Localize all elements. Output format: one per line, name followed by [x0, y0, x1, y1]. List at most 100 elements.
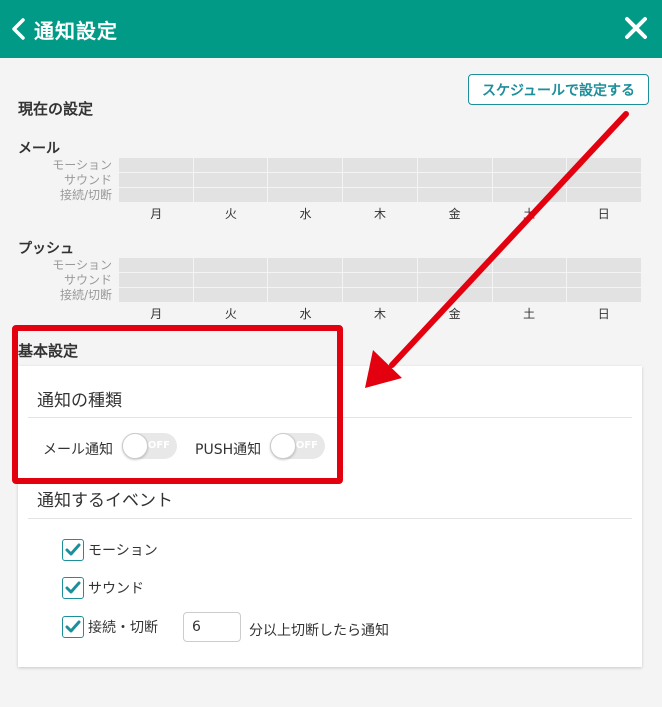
schedule-cell — [343, 288, 417, 302]
schedule-cell — [492, 273, 567, 287]
schedule-cell — [492, 158, 567, 172]
checkmark-icon — [65, 620, 81, 633]
schedule-cell — [119, 288, 193, 302]
push-settings-title: プッシュ — [18, 241, 74, 257]
push-row-label-motion: モーション — [52, 258, 112, 272]
notification-events-heading: 通知するイベント — [37, 491, 173, 511]
schedule-cell — [417, 158, 492, 172]
back-button[interactable] — [8, 14, 32, 44]
current-settings-title: 現在の設定 — [18, 100, 94, 118]
mail-row-label-connection: 接続/切断 — [59, 188, 112, 202]
checkmark-icon — [65, 543, 81, 556]
sound-checkbox-label: サウンド — [88, 581, 144, 597]
divider — [28, 417, 632, 418]
schedule-cell — [193, 173, 268, 187]
push-notification-toggle[interactable]: OFF — [270, 433, 325, 459]
push-row-labels: モーション サウンド 接続/切断 — [20, 258, 112, 303]
mail-row-label-sound: サウンド — [63, 173, 112, 187]
day-label: 木 — [374, 307, 387, 321]
checkmark-icon — [65, 581, 81, 594]
schedule-cell — [417, 288, 492, 302]
mail-notification-toggle[interactable]: OFF — [122, 433, 177, 459]
page-title: 通知設定 — [34, 19, 118, 43]
schedule-cell — [268, 188, 343, 202]
schedule-cell — [268, 173, 343, 187]
push-notification-label: PUSH通知 — [195, 442, 262, 458]
mail-row-labels: モーション サウンド 接続/切断 — [20, 158, 112, 203]
close-icon — [625, 17, 647, 39]
event-sound-row[interactable]: サウンド — [62, 577, 144, 599]
schedule-cell — [492, 258, 567, 272]
day-label: 水 — [299, 207, 312, 221]
app-header: 通知設定 — [0, 0, 662, 58]
schedule-cell — [417, 188, 492, 202]
schedule-cell — [268, 158, 343, 172]
push-day-labels: 月火水木金土日 — [119, 305, 641, 322]
mail-day-labels: 月火水木金土日 — [119, 205, 641, 222]
schedule-cell — [193, 188, 268, 202]
push-row-label-connection: 接続/切断 — [59, 288, 112, 302]
day-label: 金 — [448, 207, 461, 221]
day-label: 土 — [523, 307, 536, 321]
schedule-cell — [193, 273, 268, 287]
notification-types-heading: 通知の種類 — [37, 391, 122, 411]
schedule-cell — [567, 188, 641, 202]
schedule-cell — [567, 158, 641, 172]
day-label: 火 — [224, 307, 237, 321]
motion-checkbox-label: モーション — [88, 543, 158, 559]
mail-schedule-grid — [119, 158, 641, 202]
disconnect-minutes-input[interactable] — [183, 612, 241, 642]
day-label: 火 — [224, 207, 237, 221]
schedule-cell — [193, 288, 268, 302]
schedule-cell — [193, 158, 268, 172]
day-label: 木 — [374, 207, 387, 221]
schedule-cell — [343, 173, 417, 187]
schedule-cell — [193, 258, 268, 272]
schedule-cell — [417, 258, 492, 272]
schedule-cell — [343, 273, 417, 287]
toggle-state-text: OFF — [295, 440, 318, 451]
disconnect-minutes-suffix: 分以上切断したら通知 — [249, 623, 389, 639]
mail-notification-label: メール通知 — [43, 442, 113, 458]
chevron-left-icon — [12, 18, 25, 40]
connection-checkbox[interactable] — [62, 616, 84, 638]
schedule-cell — [119, 158, 193, 172]
schedule-cell — [343, 258, 417, 272]
push-schedule-grid — [119, 258, 641, 302]
day-label: 月 — [150, 307, 163, 321]
motion-checkbox[interactable] — [62, 539, 84, 561]
schedule-cell — [268, 273, 343, 287]
schedule-cell — [492, 288, 567, 302]
toggle-state-text: OFF — [147, 440, 170, 451]
toggle-knob — [122, 433, 148, 459]
day-label: 水 — [299, 307, 312, 321]
schedule-cell — [268, 288, 343, 302]
schedule-cell — [567, 273, 641, 287]
schedule-cell — [492, 188, 567, 202]
schedule-cell — [343, 188, 417, 202]
schedule-cell — [119, 173, 193, 187]
schedule-cell — [567, 258, 641, 272]
schedule-cell — [119, 258, 193, 272]
close-button[interactable] — [622, 14, 650, 42]
mail-row-label-motion: モーション — [52, 158, 112, 172]
day-label: 日 — [597, 307, 610, 321]
schedule-cell — [567, 288, 641, 302]
event-motion-row[interactable]: モーション — [62, 539, 158, 561]
toggle-knob — [270, 433, 296, 459]
mail-settings-title: メール — [18, 141, 60, 157]
sound-checkbox[interactable] — [62, 577, 84, 599]
schedule-cell — [119, 273, 193, 287]
day-label: 金 — [448, 307, 461, 321]
schedule-cell — [492, 173, 567, 187]
schedule-cell — [417, 173, 492, 187]
schedule-settings-button[interactable]: スケジュールで設定する — [468, 74, 649, 105]
schedule-cell — [343, 158, 417, 172]
connection-checkbox-label: 接続・切断 — [88, 620, 158, 636]
schedule-cell — [417, 273, 492, 287]
event-connection-row[interactable]: 接続・切断 — [62, 616, 158, 638]
schedule-cell — [268, 258, 343, 272]
day-label: 日 — [597, 207, 610, 221]
day-label: 月 — [150, 207, 163, 221]
basic-settings-title: 基本設定 — [18, 342, 79, 360]
